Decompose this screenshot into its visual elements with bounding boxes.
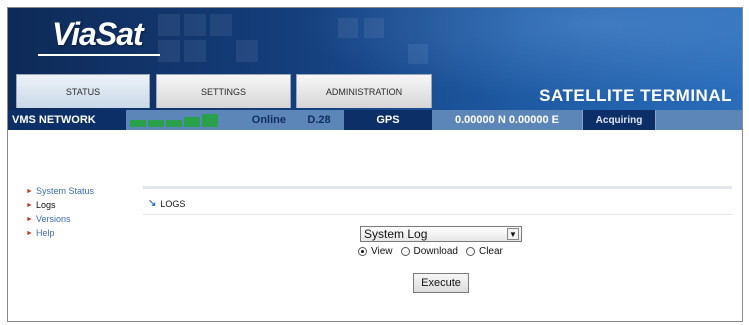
sidebar-item-label: Versions	[36, 214, 71, 224]
viasat-logo: ViaSat	[52, 16, 144, 52]
signal-bar	[148, 120, 164, 127]
radio-label: Download	[413, 246, 458, 257]
radio-button[interactable]	[400, 247, 410, 256]
radio-view[interactable]: View	[358, 246, 393, 257]
sidebar-item-logs[interactable]: ► Logs	[26, 198, 94, 212]
banner-decor	[184, 40, 206, 62]
bullet-arrow-icon: ►	[26, 215, 33, 223]
app-frame: ViaSat STATUS SETTINGS ADMINISTRATION SA…	[7, 7, 743, 322]
signal-bar	[202, 114, 218, 127]
banner-decor	[364, 18, 384, 38]
sidebar-item-help[interactable]: ► Help	[26, 226, 94, 240]
radio-button[interactable]	[465, 247, 475, 256]
sidebar-nav: ► System Status ► Logs ► Versions ► Help	[26, 184, 94, 240]
section-title: LOGS	[160, 198, 186, 209]
sidebar-item-label: Logs	[36, 200, 56, 210]
status-code: D.28	[294, 110, 344, 130]
sidebar-item-label: System Status	[36, 186, 95, 196]
section-divider	[143, 214, 732, 215]
banner-decor	[408, 44, 428, 64]
tab-settings[interactable]: SETTINGS	[156, 74, 291, 108]
status-bar: VMS NETWORK Online D.28 GPS 0.00000 N 0.…	[8, 110, 742, 130]
signal-bar	[184, 117, 200, 127]
execute-button[interactable]: Execute	[413, 273, 469, 293]
radio-label: View	[371, 246, 393, 257]
gps-status: Acquiring	[582, 110, 656, 130]
header-banner: ViaSat STATUS SETTINGS ADMINISTRATION SA…	[8, 8, 742, 110]
sidebar-item-system-status[interactable]: ► System Status	[26, 184, 94, 198]
banner-decor	[158, 14, 180, 36]
tab-status[interactable]: STATUS	[16, 74, 150, 108]
dropdown-arrow-icon[interactable]: ▼	[507, 228, 519, 240]
gps-label: GPS	[344, 110, 432, 130]
bullet-arrow-icon: ►	[26, 229, 33, 237]
banner-decor	[236, 40, 258, 62]
bullet-arrow-icon: ►	[26, 187, 33, 195]
sidebar-item-label: Help	[36, 228, 55, 238]
banner-decor	[210, 14, 232, 36]
radio-download[interactable]: Download	[400, 246, 458, 257]
status-bar-filler	[656, 110, 742, 130]
radio-clear[interactable]: Clear	[465, 246, 503, 257]
arrow-down-right-icon: ↘	[148, 198, 157, 209]
signal-strength-icon	[126, 110, 222, 130]
tab-administration[interactable]: ADMINISTRATION	[296, 74, 432, 108]
log-type-select[interactable]: System Log ▼	[360, 226, 522, 242]
banner-decor	[158, 40, 180, 62]
radio-label: Clear	[478, 246, 503, 257]
radio-button[interactable]	[358, 247, 367, 256]
signal-bar	[130, 120, 146, 127]
page-title: SATELLITE TERMINAL	[539, 86, 732, 105]
log-type-value: System Log	[364, 227, 428, 241]
section-header: ↘ LOGS	[148, 198, 185, 209]
banner-decor	[338, 18, 358, 38]
banner-decor	[184, 14, 206, 36]
gps-coordinates: 0.00000 N 0.00000 E	[432, 110, 582, 130]
section-divider	[143, 186, 732, 189]
network-name: VMS NETWORK	[8, 110, 126, 130]
connection-status: Online	[222, 110, 294, 130]
bullet-arrow-icon: ►	[26, 201, 33, 209]
signal-bar	[166, 120, 182, 127]
logo-underline	[38, 54, 160, 56]
action-radio-group: View Download Clear	[358, 246, 511, 257]
sidebar-item-versions[interactable]: ► Versions	[26, 212, 94, 226]
